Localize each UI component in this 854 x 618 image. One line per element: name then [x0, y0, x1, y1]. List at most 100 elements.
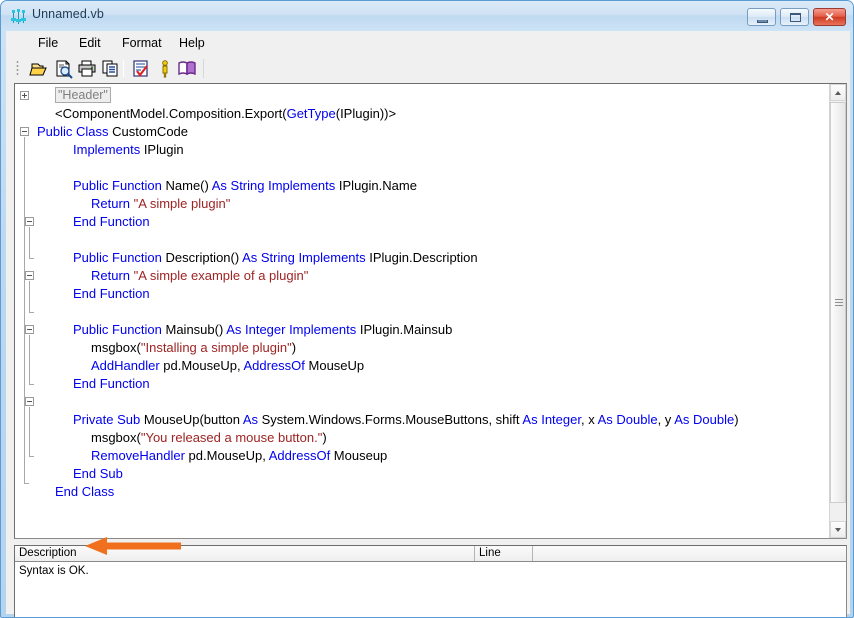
code-token: , y — [657, 412, 675, 427]
code-token: Description() — [161, 250, 243, 265]
column-header-line[interactable]: Line — [475, 546, 533, 561]
toolbar-gripper[interactable] — [16, 60, 19, 77]
fold-line-mouseup-end — [29, 456, 34, 457]
collapsed-region-header: "Header" — [55, 87, 111, 103]
chevron-up-icon — [835, 91, 841, 95]
code-token: "You released a mouse button." — [140, 430, 323, 445]
menu-format[interactable]: Format — [116, 35, 168, 51]
code-token: msgbox( — [91, 340, 141, 355]
code-token: MouseUp(button — [140, 412, 243, 427]
code-line[interactable]: "Header" — [37, 87, 829, 105]
error-list-header: Description Line — [15, 546, 846, 562]
minimize-button[interactable] — [747, 8, 776, 26]
code-token: ) — [322, 430, 327, 445]
code-token: As String Implements — [211, 178, 336, 193]
code-line[interactable]: msgbox("You released a mouse button.") — [37, 429, 829, 447]
copy-button[interactable] — [100, 58, 122, 79]
code-line[interactable]: <ComponentModel.Composition.Export(GetTy… — [37, 105, 829, 123]
fold-toggle-mainsub[interactable] — [25, 325, 34, 334]
close-button[interactable]: ✕ — [813, 8, 846, 26]
error-list-panel[interactable]: Description Line Syntax is OK. — [14, 545, 847, 617]
code-line[interactable] — [37, 393, 829, 411]
code-token: End Class — [55, 484, 115, 499]
fold-line-mouseup — [29, 407, 30, 456]
code-token: Public Class — [37, 124, 109, 139]
code-token: "A simple example of a plugin" — [133, 268, 309, 283]
code-token: MouseUp — [304, 358, 365, 373]
code-token: Mouseup — [330, 448, 388, 463]
code-line[interactable]: End Sub — [37, 465, 829, 483]
code-token: AddressOf — [243, 358, 305, 373]
code-line[interactable]: End Function — [37, 285, 829, 303]
chevron-down-icon — [835, 528, 841, 532]
fold-toggle-name[interactable] — [25, 217, 34, 226]
code-token: As Double — [674, 412, 735, 427]
open-file-button[interactable] — [29, 58, 51, 79]
code-line[interactable]: Implements IPlugin — [37, 141, 829, 159]
code-surface[interactable]: "Header" <ComponentModel.Composition.Expo… — [15, 84, 829, 538]
code-line[interactable]: AddHandler pd.MouseUp, AddressOf MouseUp — [37, 357, 829, 375]
code-line[interactable]: End Class — [37, 483, 829, 501]
fold-toggle-class[interactable] — [20, 127, 29, 136]
editor-vertical-scrollbar[interactable] — [829, 84, 846, 538]
code-line[interactable]: RemoveHandler pd.MouseUp, AddressOf Mous… — [37, 447, 829, 465]
column-header-extra[interactable] — [533, 546, 846, 561]
code-line[interactable]: Public Function Name() As String Impleme… — [37, 177, 829, 195]
menu-bar: File Edit Format Help — [6, 31, 850, 55]
fold-line-name-end — [29, 258, 34, 259]
toolbar-end-separator — [203, 59, 204, 78]
code-line[interactable]: Return "A simple plugin" — [37, 195, 829, 213]
maximize-icon — [790, 13, 801, 22]
check-syntax-button[interactable] — [130, 58, 152, 79]
code-token: , x — [580, 412, 598, 427]
code-line[interactable]: Public Function Description() As String … — [37, 249, 829, 267]
code-token: (IPlugin))> — [335, 106, 397, 121]
code-line[interactable]: msgbox("Installing a simple plugin") — [37, 339, 829, 357]
code-line[interactable]: Private Sub MouseUp(button As System.Win… — [37, 411, 829, 429]
column-header-description[interactable]: Description — [15, 546, 475, 561]
fold-toggle-header[interactable] — [20, 91, 29, 100]
fold-line-mainsub-end — [29, 384, 34, 385]
code-token: Public Function — [73, 250, 162, 265]
vb-script-icon — [11, 9, 26, 24]
code-token: CustomCode — [108, 124, 189, 139]
scrollbar-thumb[interactable] — [830, 102, 846, 503]
menu-help[interactable]: Help — [173, 35, 211, 51]
code-line[interactable] — [37, 303, 829, 321]
error-list-row[interactable]: Syntax is OK. — [19, 565, 89, 577]
help-reference-button[interactable] — [176, 58, 198, 79]
scroll-down-button[interactable] — [830, 521, 846, 538]
maximize-button[interactable] — [780, 8, 809, 26]
code-line[interactable] — [37, 159, 829, 177]
scroll-up-button[interactable] — [830, 84, 846, 101]
code-token: System.Windows.Forms.MouseButtons, shift — [258, 412, 523, 427]
fold-toggle-description[interactable] — [25, 271, 34, 280]
menu-edit[interactable]: Edit — [73, 35, 107, 51]
print-button[interactable] — [76, 58, 98, 79]
object-browser-button[interactable] — [154, 58, 176, 79]
fold-line-mainsub — [29, 335, 30, 384]
code-token: Public Function — [73, 322, 162, 337]
code-line[interactable] — [37, 231, 829, 249]
fold-toggle-mouseup[interactable] — [25, 397, 34, 406]
toolbar-separator — [123, 60, 124, 77]
open-book-icon — [178, 61, 196, 76]
code-token: pd.MouseUp, — [159, 358, 244, 373]
code-token: GetType — [286, 106, 336, 121]
code-line[interactable]: Public Function Mainsub() As Integer Imp… — [37, 321, 829, 339]
code-line[interactable]: Return "A simple example of a plugin" — [37, 267, 829, 285]
code-line[interactable]: End Function — [37, 375, 829, 393]
code-editor[interactable]: "Header" <ComponentModel.Composition.Expo… — [14, 83, 847, 539]
menu-file[interactable]: File — [32, 35, 64, 51]
code-line[interactable]: Public Class CustomCode — [37, 123, 829, 141]
code-token: "Installing a simple plugin" — [140, 340, 292, 355]
code-line[interactable]: End Function — [37, 213, 829, 231]
code-text[interactable]: "Header" <ComponentModel.Composition.Expo… — [37, 87, 829, 501]
code-token: RemoveHandler — [91, 448, 185, 463]
print-preview-button[interactable] — [53, 58, 75, 79]
code-token: ) — [291, 340, 297, 355]
title-bar: Unnamed.vb ✕ — [1, 1, 853, 31]
code-token: msgbox( — [91, 430, 141, 445]
code-token: IPlugin — [140, 142, 184, 157]
fold-margin[interactable] — [15, 84, 37, 538]
